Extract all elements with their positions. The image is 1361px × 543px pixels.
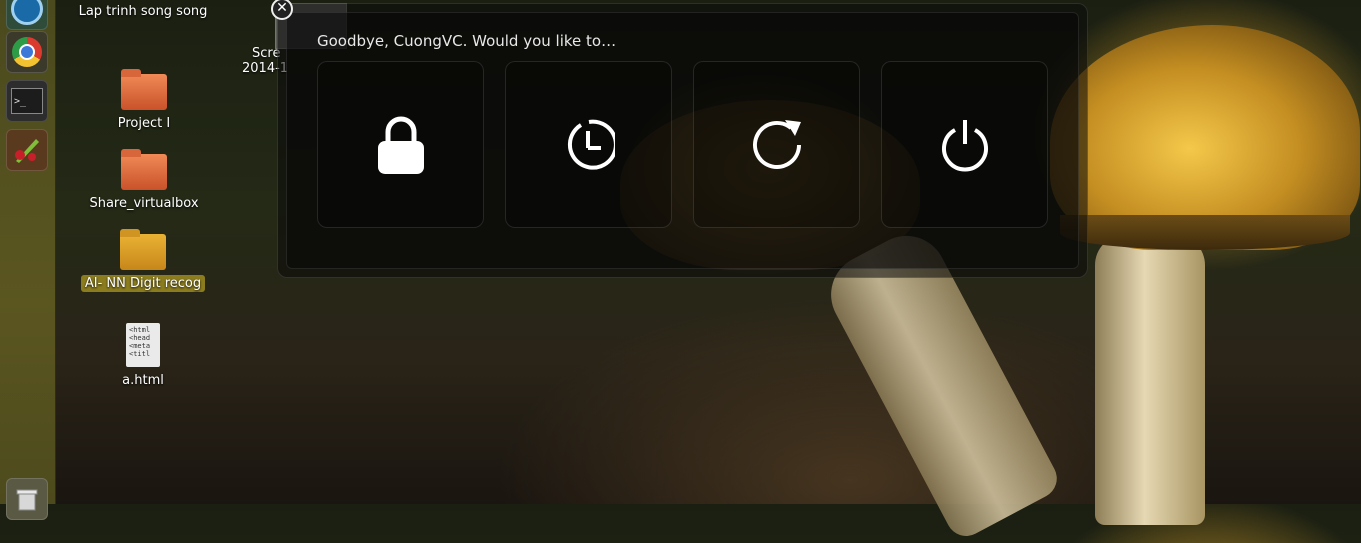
trash-icon[interactable]	[6, 478, 48, 520]
desktop-icon-a-html[interactable]: <html <head <meta <titl a.html	[78, 323, 208, 388]
desktop-icon-share-virtualbox[interactable]: Share_virtualbox	[79, 149, 209, 211]
folder-icon	[121, 69, 167, 110]
folder-icon	[120, 229, 166, 270]
suspend-button[interactable]	[505, 61, 672, 228]
mushroom-stem-right	[1095, 235, 1205, 525]
terminal-icon[interactable]: >_	[6, 80, 48, 122]
html-file-icon: <html <head <meta <titl	[126, 323, 160, 367]
lock-icon	[377, 116, 424, 174]
restart-button[interactable]	[693, 61, 860, 228]
launcher: >_	[0, 0, 56, 520]
desktop-icon-label: Project I	[117, 116, 171, 131]
folder-icon	[121, 149, 167, 190]
desktop-icon-lap-trinh[interactable]: Lap trinh song song	[78, 0, 208, 19]
power-icon	[941, 119, 988, 171]
desktop-icon-project-i[interactable]: Project I	[79, 69, 209, 131]
shutdown-button[interactable]	[881, 61, 1048, 228]
dialog-title: Goodbye, CuongVC. Would you like to…	[317, 32, 617, 50]
desktop-icon-label: Lap trinh song song	[78, 4, 208, 19]
paint-icon[interactable]	[6, 129, 48, 171]
restart-icon	[752, 119, 801, 169]
suspend-icon	[567, 119, 615, 170]
mushroom-gills-right	[1060, 215, 1350, 250]
lock-button[interactable]	[317, 61, 484, 228]
desktop-icon-label: Share_virtualbox	[89, 196, 199, 211]
desktop-icon-label: AI- NN Digit recog	[80, 275, 206, 292]
desktop-icon-label: a.html	[122, 373, 164, 388]
desktop-icon-ai-nn-digit-recog[interactable]: AI- NN Digit recog	[78, 229, 208, 292]
chrome-icon[interactable]	[6, 31, 48, 73]
files-icon[interactable]	[6, 0, 48, 30]
close-icon: ✕	[276, 0, 288, 16]
